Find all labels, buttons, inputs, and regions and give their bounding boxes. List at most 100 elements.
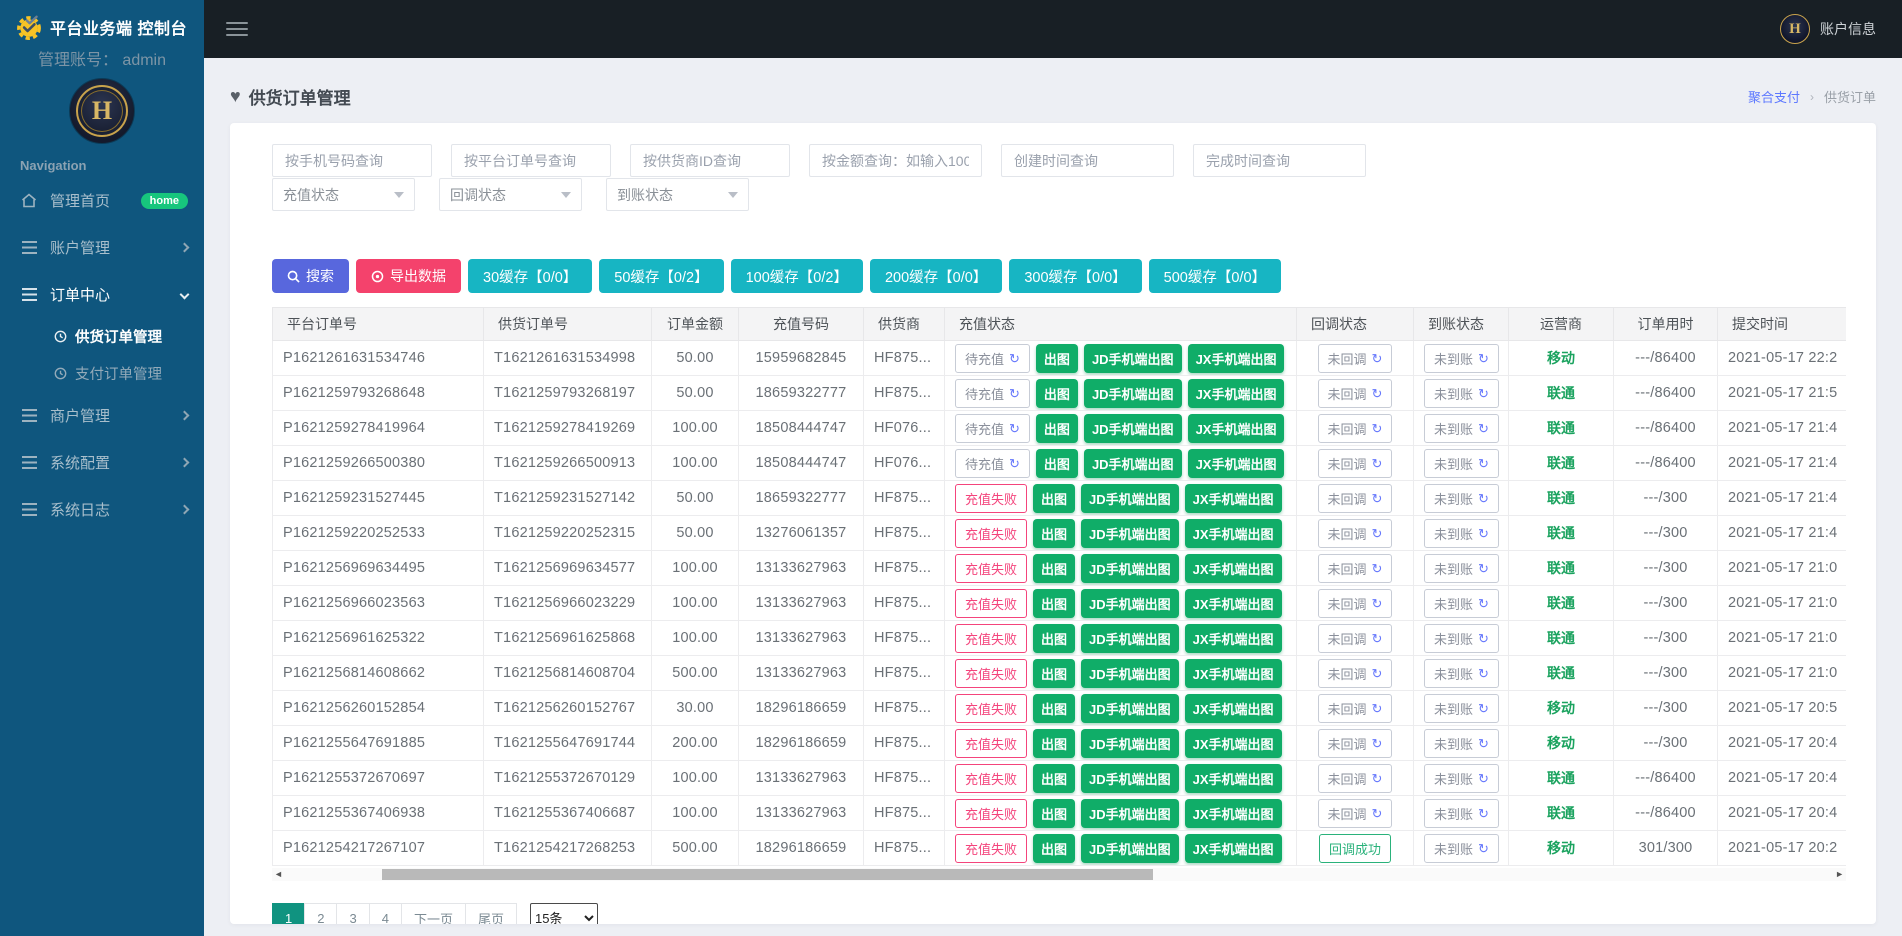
scrollbar-thumb[interactable]	[382, 869, 1153, 880]
charge-status-button[interactable]: 待充值↻	[955, 344, 1030, 373]
breadcrumb-parent-link[interactable]: 聚合支付	[1748, 87, 1800, 106]
arrival-status-button[interactable]: 未到账↻	[1424, 344, 1499, 373]
jd-mobile-image-button[interactable]: JD手机端出图	[1084, 414, 1182, 443]
callback-status-button[interactable]: 回调成功	[1319, 834, 1391, 863]
charge-status-button[interactable]: 充值失败	[955, 624, 1027, 653]
jx-mobile-image-button[interactable]: JX手机端出图	[1185, 659, 1282, 688]
jd-mobile-image-button[interactable]: JD手机端出图	[1081, 694, 1179, 723]
arrival-status-button[interactable]: 未到账↻	[1424, 519, 1499, 548]
callback-status-button[interactable]: 未回调↻	[1318, 624, 1393, 653]
arrival-status-button[interactable]: 未到账↻	[1424, 589, 1499, 618]
jd-mobile-image-button[interactable]: JD手机端出图	[1084, 344, 1182, 373]
cache-button-3[interactable]: 100缓存【0/2】	[731, 259, 863, 293]
scroll-left-icon[interactable]: ◄	[274, 870, 283, 879]
sidebar-subitem-payment-orders[interactable]: 支付订单管理	[0, 355, 204, 392]
callback-status-button[interactable]: 未回调↻	[1318, 414, 1393, 443]
export-image-button[interactable]: 出图	[1036, 379, 1078, 408]
sidebar-item-system-logs[interactable]: 系统日志	[0, 486, 204, 533]
filter-select-1[interactable]: 充值状态	[272, 178, 415, 211]
jx-mobile-image-button[interactable]: JX手机端出图	[1185, 554, 1282, 583]
jx-mobile-image-button[interactable]: JX手机端出图	[1185, 484, 1282, 513]
page-button-3[interactable]: 3	[336, 903, 369, 924]
jd-mobile-image-button[interactable]: JD手机端出图	[1081, 624, 1179, 653]
horizontal-scrollbar[interactable]: ◄ ►	[272, 868, 1846, 881]
callback-status-button[interactable]: 未回调↻	[1318, 589, 1393, 618]
sidebar-item-accounts[interactable]: 账户管理	[0, 224, 204, 271]
charge-status-button[interactable]: 充值失败	[955, 484, 1027, 513]
callback-status-button[interactable]: 未回调↻	[1318, 554, 1393, 583]
cache-button-4[interactable]: 200缓存【0/0】	[870, 259, 1002, 293]
charge-status-button[interactable]: 待充值↻	[955, 449, 1030, 478]
charge-status-button[interactable]: 充值失败	[955, 519, 1027, 548]
next-page-button[interactable]: 下一页	[401, 903, 466, 924]
cache-button-5[interactable]: 300缓存【0/0】	[1009, 259, 1141, 293]
page-button-2[interactable]: 2	[304, 903, 337, 924]
export-image-button[interactable]: 出图	[1033, 519, 1075, 548]
callback-status-button[interactable]: 未回调↻	[1318, 799, 1393, 828]
arrival-status-button[interactable]: 未到账↻	[1424, 449, 1499, 478]
jx-mobile-image-button[interactable]: JX手机端出图	[1185, 834, 1282, 863]
callback-status-button[interactable]: 未回调↻	[1318, 484, 1393, 513]
jx-mobile-image-button[interactable]: JX手机端出图	[1185, 519, 1282, 548]
jx-mobile-image-button[interactable]: JX手机端出图	[1188, 449, 1285, 478]
filter-input-2[interactable]	[451, 144, 611, 177]
sidebar-item-system-config[interactable]: 系统配置	[0, 439, 204, 486]
jx-mobile-image-button[interactable]: JX手机端出图	[1185, 624, 1282, 653]
callback-status-button[interactable]: 未回调↻	[1318, 764, 1393, 793]
arrival-status-button[interactable]: 未到账↻	[1424, 484, 1499, 513]
arrival-status-button[interactable]: 未到账↻	[1424, 834, 1499, 863]
charge-status-button[interactable]: 充值失败	[955, 764, 1027, 793]
jx-mobile-image-button[interactable]: JX手机端出图	[1185, 589, 1282, 618]
sidebar-item-order-center[interactable]: 订单中心	[0, 271, 204, 318]
export-image-button[interactable]: 出图	[1036, 414, 1078, 443]
jx-mobile-image-button[interactable]: JX手机端出图	[1185, 764, 1282, 793]
export-image-button[interactable]: 出图	[1033, 484, 1075, 513]
arrival-status-button[interactable]: 未到账↻	[1424, 554, 1499, 583]
callback-status-button[interactable]: 未回调↻	[1318, 519, 1393, 548]
arrival-status-button[interactable]: 未到账↻	[1424, 379, 1499, 408]
account-info-button[interactable]: H 账户信息	[1780, 14, 1876, 44]
jx-mobile-image-button[interactable]: JX手机端出图	[1185, 799, 1282, 828]
export-image-button[interactable]: 出图	[1033, 659, 1075, 688]
export-image-button[interactable]: 出图	[1033, 729, 1075, 758]
cache-button-6[interactable]: 500缓存【0/0】	[1149, 259, 1281, 293]
export-data-button[interactable]: 导出数据	[356, 259, 461, 293]
export-image-button[interactable]: 出图	[1033, 694, 1075, 723]
jd-mobile-image-button[interactable]: JD手机端出图	[1081, 799, 1179, 828]
callback-status-button[interactable]: 未回调↻	[1318, 344, 1393, 373]
charge-status-button[interactable]: 充值失败	[955, 659, 1027, 688]
jd-mobile-image-button[interactable]: JD手机端出图	[1081, 729, 1179, 758]
callback-status-button[interactable]: 未回调↻	[1318, 659, 1393, 688]
filter-input-6[interactable]	[1193, 144, 1366, 177]
filter-select-3[interactable]: 到账状态	[606, 178, 749, 211]
sidebar-item-merchants[interactable]: 商户管理	[0, 392, 204, 439]
filter-input-5[interactable]	[1001, 144, 1174, 177]
page-button-4[interactable]: 4	[369, 903, 402, 924]
filter-input-1[interactable]	[272, 144, 432, 177]
filter-input-4[interactable]	[809, 144, 982, 177]
scroll-right-icon[interactable]: ►	[1835, 870, 1844, 879]
arrival-status-button[interactable]: 未到账↻	[1424, 729, 1499, 758]
jd-mobile-image-button[interactable]: JD手机端出图	[1081, 764, 1179, 793]
export-image-button[interactable]: 出图	[1033, 624, 1075, 653]
jx-mobile-image-button[interactable]: JX手机端出图	[1188, 379, 1285, 408]
arrival-status-button[interactable]: 未到账↻	[1424, 799, 1499, 828]
filter-input-3[interactable]	[630, 144, 790, 177]
cache-button-2[interactable]: 50缓存【0/2】	[599, 259, 723, 293]
last-page-button[interactable]: 尾页	[465, 903, 517, 924]
export-image-button[interactable]: 出图	[1033, 764, 1075, 793]
charge-status-button[interactable]: 充值失败	[955, 694, 1027, 723]
callback-status-button[interactable]: 未回调↻	[1318, 729, 1393, 758]
jx-mobile-image-button[interactable]: JX手机端出图	[1185, 694, 1282, 723]
charge-status-button[interactable]: 充值失败	[955, 799, 1027, 828]
export-image-button[interactable]: 出图	[1033, 799, 1075, 828]
charge-status-button[interactable]: 待充值↻	[955, 379, 1030, 408]
jd-mobile-image-button[interactable]: JD手机端出图	[1081, 659, 1179, 688]
page-button-1[interactable]: 1	[272, 903, 305, 924]
filter-select-2[interactable]: 回调状态	[439, 178, 582, 211]
search-button[interactable]: 搜索	[272, 259, 349, 293]
jd-mobile-image-button[interactable]: JD手机端出图	[1081, 834, 1179, 863]
sidebar-subitem-supply-orders[interactable]: 供货订单管理	[0, 318, 204, 355]
callback-status-button[interactable]: 未回调↻	[1318, 449, 1393, 478]
jd-mobile-image-button[interactable]: JD手机端出图	[1081, 589, 1179, 618]
